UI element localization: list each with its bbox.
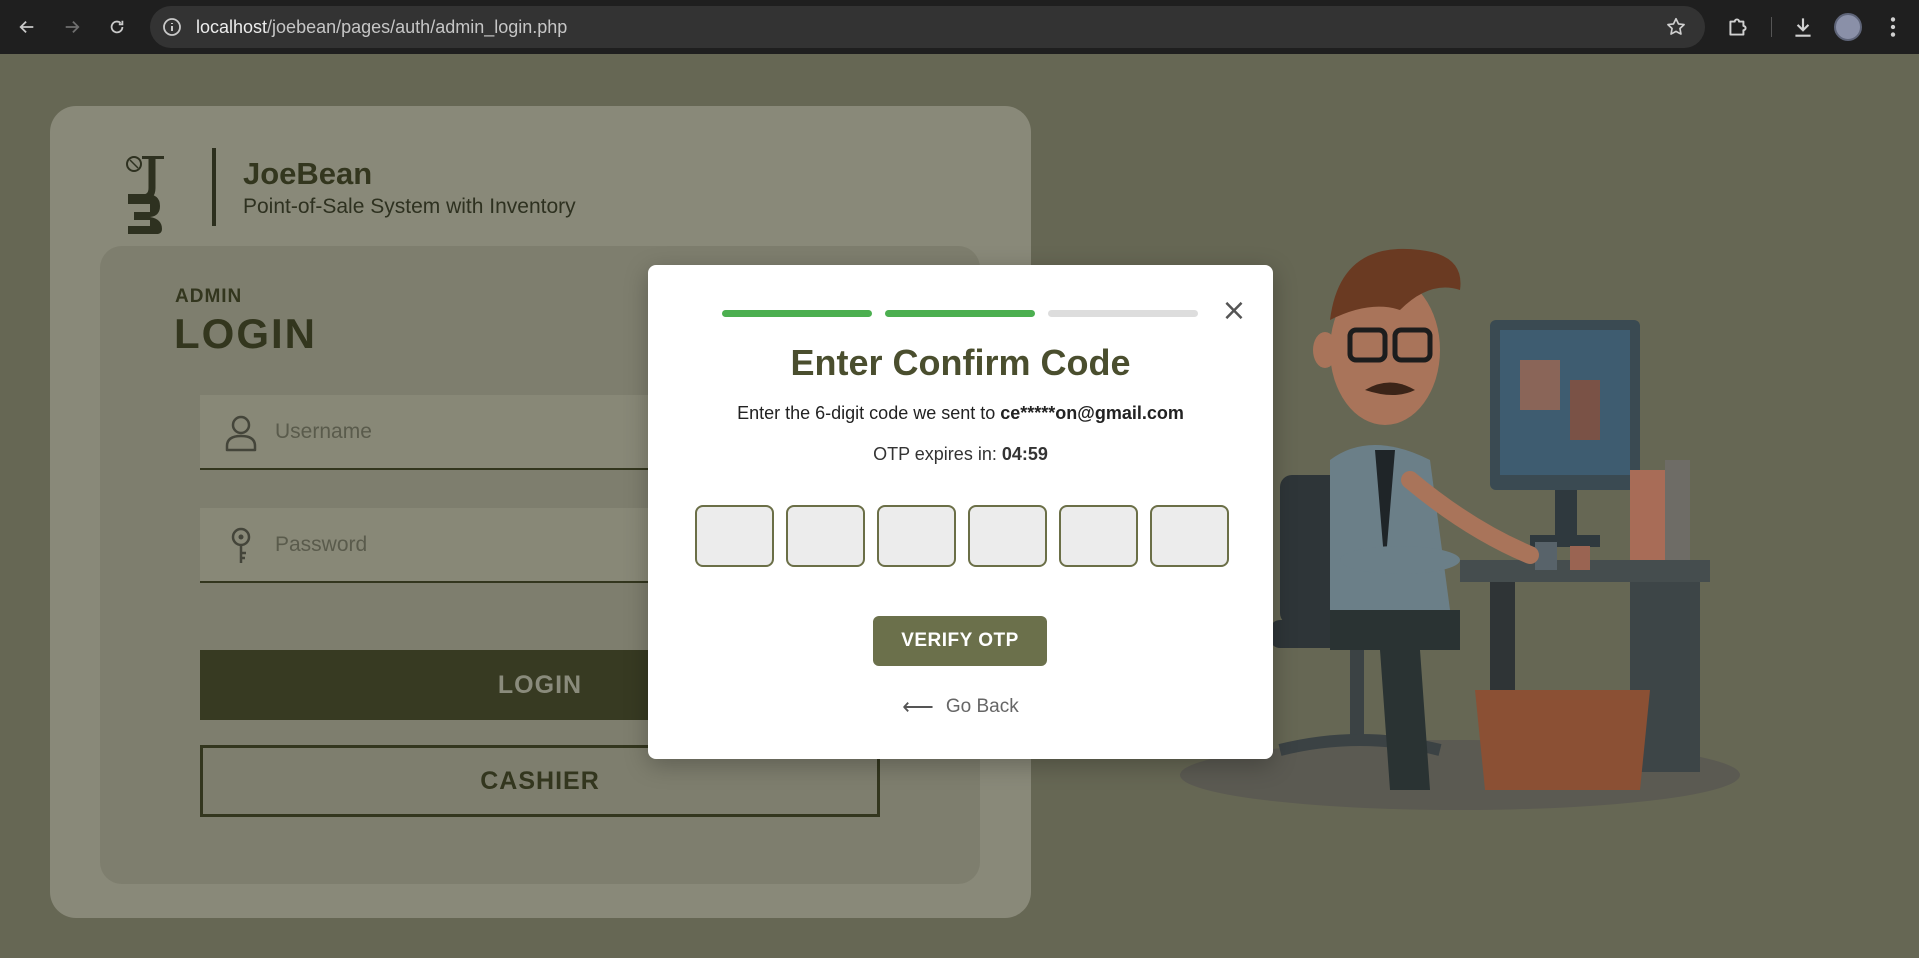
puzzle-icon[interactable] xyxy=(1725,14,1751,40)
go-back-label: Go Back xyxy=(945,696,1019,717)
kebab-menu-icon[interactable] xyxy=(1880,14,1906,40)
masked-email: ce*****on@gmail.com xyxy=(1000,403,1184,423)
otp-timer-value: 04:59 xyxy=(1001,444,1048,464)
otp-digit-3[interactable] xyxy=(877,505,956,567)
otp-digit-1[interactable] xyxy=(695,505,774,567)
go-back-link[interactable]: ⟵ Go Back xyxy=(648,694,1273,720)
otp-instructions: Enter the 6-digit code we sent to ce****… xyxy=(648,403,1273,424)
url-path: /joebean/pages/auth/admin_login.php xyxy=(267,17,568,37)
download-icon[interactable] xyxy=(1790,14,1816,40)
url-host: localhost xyxy=(196,17,268,37)
otp-digit-2[interactable] xyxy=(786,505,865,567)
brand-divider xyxy=(212,148,216,226)
left-arrow-icon: ⟵ xyxy=(902,694,934,719)
joebean-logo xyxy=(126,156,164,234)
otp-timer: OTP expires in: 04:59 xyxy=(648,444,1273,465)
profile-avatar[interactable] xyxy=(1834,13,1862,41)
verify-otp-button[interactable]: VERIFY OTP xyxy=(873,616,1047,666)
brand-name: JoeBean xyxy=(243,156,373,191)
otp-digit-6[interactable] xyxy=(1150,505,1229,567)
login-title: LOGIN xyxy=(174,310,317,357)
progress-step-1 xyxy=(722,310,872,317)
browser-toolbar: localhost/joebean/pages/auth/admin_login… xyxy=(0,0,1919,54)
role-label: ADMIN xyxy=(175,286,243,307)
otp-digit-5[interactable] xyxy=(1059,505,1138,567)
modal-title: Enter Confirm Code xyxy=(790,342,1131,383)
progress-step-2 xyxy=(885,310,1035,317)
back-arrow-icon[interactable] xyxy=(12,12,42,42)
key-icon xyxy=(231,527,251,563)
reload-icon[interactable] xyxy=(102,12,132,42)
otp-input-row xyxy=(695,505,1229,567)
progress-step-3 xyxy=(1048,310,1198,317)
otp-digit-4[interactable] xyxy=(968,505,1047,567)
star-icon[interactable] xyxy=(1665,16,1687,38)
info-icon[interactable] xyxy=(162,17,182,37)
close-icon[interactable]: × xyxy=(1221,296,1247,326)
otp-timer-label: OTP expires in: xyxy=(873,444,1002,464)
brand-subtitle: Point-of-Sale System with Inventory xyxy=(243,195,576,218)
forward-arrow-icon[interactable] xyxy=(57,12,87,42)
url-text[interactable]: localhost/joebean/pages/auth/admin_login… xyxy=(196,17,567,38)
toolbar-divider xyxy=(1771,17,1772,37)
otp-instructions-text: Enter the 6-digit code we sent to xyxy=(737,403,1001,423)
address-bar[interactable]: localhost/joebean/pages/auth/admin_login… xyxy=(150,6,1705,48)
user-icon xyxy=(225,415,257,452)
otp-modal: × Enter Confirm Code Enter the 6-digit c… xyxy=(648,265,1273,759)
